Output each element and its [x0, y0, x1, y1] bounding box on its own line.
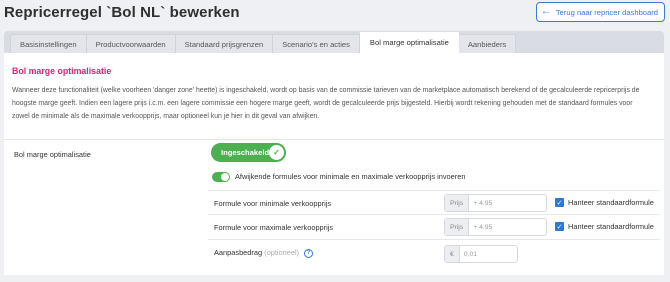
- min-price-formula-input[interactable]: Prijs + 4.95: [444, 194, 547, 212]
- min-price-standard-checkbox[interactable]: ✓ Hanteer standaardformule: [555, 198, 654, 207]
- tab-standaard-prijsgrenzen[interactable]: Standaard prijsgrenzen: [175, 34, 274, 53]
- custom-formulas-label: Afwijkende formules voor minimale en max…: [235, 172, 466, 181]
- tab-bar: Basisinstellingen Productvoorwaarden Sta…: [4, 31, 664, 53]
- optional-hint: (optioneel): [264, 248, 300, 257]
- tab-scenarios-en-acties[interactable]: Scenario's en acties: [273, 34, 360, 53]
- min-price-placeholder: + 4.95: [473, 199, 493, 207]
- price-addon: Prijs: [445, 219, 470, 235]
- min-price-row: Formule voor minimale verkoopprijs Prijs…: [208, 190, 660, 215]
- min-price-label: Formule voor minimale verkoopprijs: [214, 199, 332, 208]
- max-price-row: Formule voor maximale verkoopprijs Prijs…: [208, 215, 660, 240]
- euro-addon: €: [445, 246, 460, 262]
- checkbox-checked-icon: ✓: [555, 198, 564, 207]
- setting-label: Bol marge optimalisatie: [14, 150, 91, 159]
- back-button-label: Terug naar repricer dashboard: [555, 7, 658, 17]
- divider: [4, 139, 664, 140]
- tab-productvoorwaarden[interactable]: Productvoorwaarden: [86, 34, 176, 53]
- toggle-label: Ingeschakeld: [221, 148, 270, 157]
- adjustment-row: Aanpasbedrag (optioneel) ? € 0,01: [208, 240, 660, 265]
- back-to-dashboard-button[interactable]: ← Terug naar repricer dashboard: [535, 2, 665, 22]
- enabled-toggle[interactable]: Ingeschakeld ✓: [211, 143, 286, 162]
- checkbox-label: Hanteer standaardformule: [568, 222, 654, 231]
- price-addon: Prijs: [445, 195, 470, 211]
- section-description: Wanneer deze functionaliteit (welke voor…: [12, 87, 640, 120]
- tab-basisinstellingen[interactable]: Basisinstellingen: [10, 34, 87, 53]
- settings-panel: Bol marge optimalisatie Wanneer deze fun…: [4, 53, 664, 275]
- max-price-formula-input[interactable]: Prijs + 4.95: [444, 218, 547, 236]
- section-title: Bol marge optimalisatie: [12, 66, 112, 76]
- adjustment-placeholder: 0,01: [463, 250, 478, 258]
- adjustment-input[interactable]: € 0,01: [444, 245, 518, 263]
- max-price-standard-checkbox[interactable]: ✓ Hanteer standaardformule: [555, 222, 654, 231]
- checkbox-checked-icon: ✓: [555, 222, 564, 231]
- check-icon: ✓: [269, 145, 284, 160]
- max-price-placeholder: + 4.95: [473, 223, 493, 231]
- adjustment-label-text: Aanpasbedrag: [214, 248, 263, 257]
- max-price-label: Formule voor maximale verkoopprijs: [214, 223, 334, 232]
- adjustment-label: Aanpasbedrag (optioneel) ?: [214, 248, 314, 258]
- tab-bol-marge-optimalisatie[interactable]: Bol marge optimalisatie: [359, 32, 459, 53]
- arrow-left-icon: ←: [540, 6, 551, 17]
- help-icon[interactable]: ?: [304, 248, 314, 258]
- tab-aanbieders[interactable]: Aanbieders: [458, 34, 517, 53]
- custom-formulas-switch[interactable]: [212, 172, 230, 182]
- page-title: Repricerregel `Bol NL` bewerken: [4, 4, 240, 21]
- checkbox-label: Hanteer standaardformule: [568, 198, 654, 207]
